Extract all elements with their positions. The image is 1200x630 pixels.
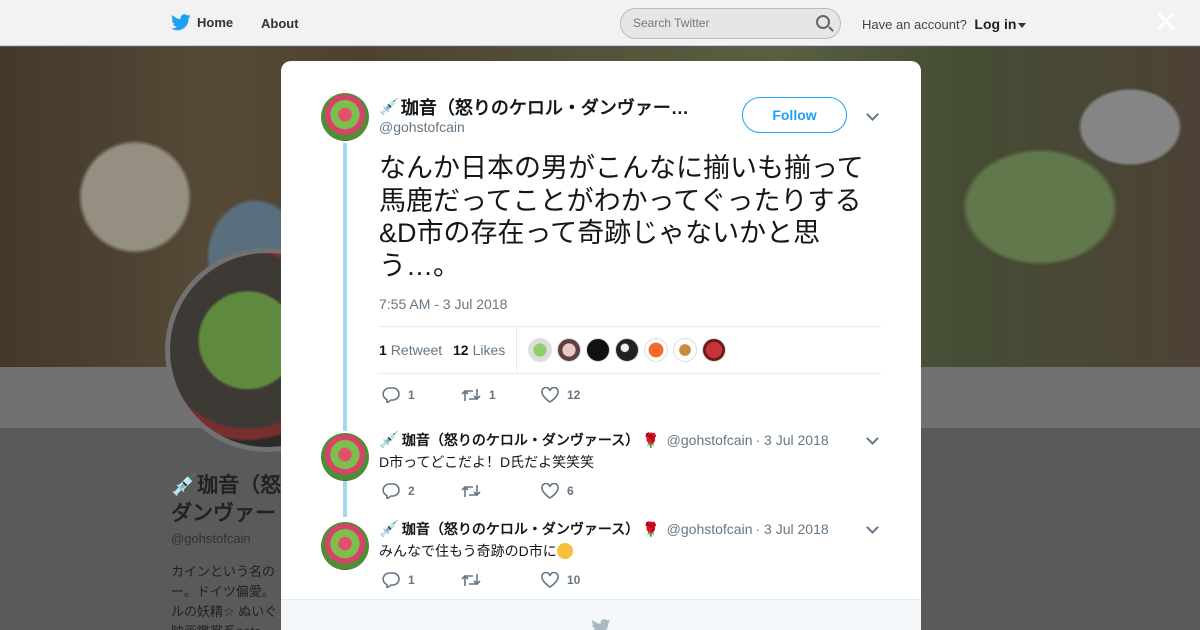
reply-icon: [382, 572, 400, 588]
liker-avatar[interactable]: [528, 338, 552, 362]
tweet-permalink-modal: 💉 珈音（怒りのケロル・ダンヴァー… @gohstofcain Follow な…: [281, 61, 921, 630]
twitter-bird-icon: [171, 14, 191, 31]
account-prompt: Have an account?: [862, 17, 967, 32]
profile-name: 💉珈音（怒 ダンヴァー: [171, 472, 281, 528]
reply-author-handle[interactable]: @gohstofcain: [667, 432, 753, 448]
author-name[interactable]: 💉 珈音（怒りのケロル・ダンヴァー…: [379, 94, 689, 120]
liker-avatar[interactable]: [557, 338, 581, 362]
retweet-icon: [461, 485, 481, 497]
avatar[interactable]: [321, 93, 369, 141]
profile-name-line2: ダンヴァー: [171, 502, 276, 525]
retweet-icon: [461, 574, 481, 586]
reply-text: D市ってどこだよ！D氏だよ笑笑笑: [379, 454, 595, 470]
search-placeholder: Search Twitter: [633, 16, 710, 30]
follow-button[interactable]: Follow: [742, 97, 847, 133]
syringe-emoji-icon: 💉: [379, 99, 399, 116]
retweets-stat[interactable]: 1 Retweet: [379, 342, 442, 358]
reply-text: みんなで住もう奇跡のD市に: [379, 543, 557, 559]
like-icon: [541, 572, 559, 588]
reply-action[interactable]: 1: [382, 572, 415, 588]
reply-author-name[interactable]: 珈音（怒りのケロル・ダンヴァース）: [402, 430, 639, 450]
likes-count: 12: [453, 342, 469, 358]
syringe-emoji-icon: 💉: [379, 521, 399, 538]
nav-home-label: Home: [197, 15, 234, 30]
avatar[interactable]: [321, 433, 369, 481]
profile-name-line1: 珈音（怒: [197, 474, 282, 497]
liker-avatar[interactable]: [644, 338, 668, 362]
syringe-emoji-icon: 💉: [379, 432, 399, 449]
twitter-bird-icon: [592, 619, 611, 630]
reply-action[interactable]: 1: [382, 387, 415, 403]
avatar[interactable]: [321, 522, 369, 570]
tweet-timestamp[interactable]: 7:55 AM - 3 Jul 2018: [379, 296, 507, 312]
profile-handle: @gohstofcain: [171, 531, 251, 546]
tweet-text: なんか日本の男がこんなに揃いも揃って馬鹿だってことがわかってぐったりする&D市の…: [379, 153, 864, 281]
reply-count: 2: [408, 484, 415, 498]
like-count: 12: [567, 388, 581, 402]
liker-avatar[interactable]: [586, 338, 610, 362]
retweet-icon: [461, 389, 481, 401]
liker-avatar[interactable]: [673, 338, 697, 362]
chevron-down-icon[interactable]: [866, 432, 879, 445]
retweet-action[interactable]: [461, 483, 489, 499]
reply-icon: [382, 387, 400, 403]
account-area: Have an account? Log in: [862, 16, 1027, 32]
author-handle[interactable]: @gohstofcain: [379, 119, 465, 135]
login-button[interactable]: Log in: [974, 16, 1016, 32]
tweet-stats: 1 Retweet 12 Likes: [378, 326, 881, 374]
reply-text-container: みんなで住もう奇跡のD市に: [379, 541, 573, 561]
thread-line: [343, 143, 347, 431]
nav-home-link[interactable]: Home: [171, 14, 233, 31]
like-count: 10: [567, 573, 581, 587]
reply-header: 💉 珈音（怒りのケロル・ダンヴァース） 🌹 @gohstofcain · 3 J…: [379, 519, 829, 539]
liker-avatar[interactable]: [702, 338, 726, 362]
retweet-action[interactable]: [461, 572, 489, 588]
retweet-action[interactable]: 1: [461, 387, 496, 403]
modal-footer: [281, 599, 921, 630]
like-icon: [541, 483, 559, 499]
reply-author-handle[interactable]: @gohstofcain: [667, 521, 753, 537]
likes-label: Likes: [472, 342, 506, 358]
stats-divider: [516, 327, 517, 374]
rofl-emoji-icon: [556, 543, 573, 559]
liker-avatar[interactable]: [615, 338, 639, 362]
thread-line: [343, 481, 347, 517]
author-display-name: 珈音（怒りのケロル・ダンヴァー…: [400, 98, 689, 118]
reply-date[interactable]: · 3 Jul 2018: [756, 521, 829, 537]
close-icon[interactable]: ✕: [1153, 8, 1179, 38]
like-action[interactable]: 10: [541, 572, 580, 588]
profile-bio: カインという名の ー。ドイツ偏愛。 ルの妖精☆ ぬいぐ 映画鑑賞系note: [171, 564, 278, 630]
rose-emoji-icon: 🌹: [642, 520, 660, 537]
nav-about-link[interactable]: About: [261, 16, 299, 31]
retweets-label: Retweet: [390, 342, 443, 358]
chevron-down-icon[interactable]: [1018, 23, 1027, 29]
search-icon[interactable]: [816, 15, 830, 29]
chevron-down-icon[interactable]: [866, 521, 879, 534]
reply-icon: [382, 483, 400, 499]
reply-count: 1: [408, 573, 415, 587]
like-action[interactable]: 6: [541, 483, 574, 499]
retweet-count: 1: [489, 388, 496, 402]
search-input[interactable]: Search Twitter: [620, 8, 841, 39]
reply-action[interactable]: 2: [382, 483, 415, 499]
retweets-count: 1: [379, 342, 387, 358]
likes-stat[interactable]: 12 Likes: [453, 342, 505, 358]
reply-date[interactable]: · 3 Jul 2018: [756, 432, 829, 448]
like-count: 6: [567, 484, 574, 498]
top-navigation-bar: Home About Search Twitter Have an accoun…: [0, 0, 1200, 46]
reply-header: 💉 珈音（怒りのケロル・ダンヴァース） 🌹 @gohstofcain · 3 J…: [379, 430, 829, 450]
reply-author-name[interactable]: 珈音（怒りのケロル・ダンヴァース）: [402, 519, 639, 539]
rose-emoji-icon: 🌹: [642, 431, 660, 448]
chevron-down-icon[interactable]: [866, 108, 879, 121]
reply-count: 1: [408, 388, 415, 402]
like-icon: [541, 387, 559, 403]
like-action[interactable]: 12: [541, 387, 580, 403]
syringe-emoji-icon: 💉: [171, 474, 198, 497]
